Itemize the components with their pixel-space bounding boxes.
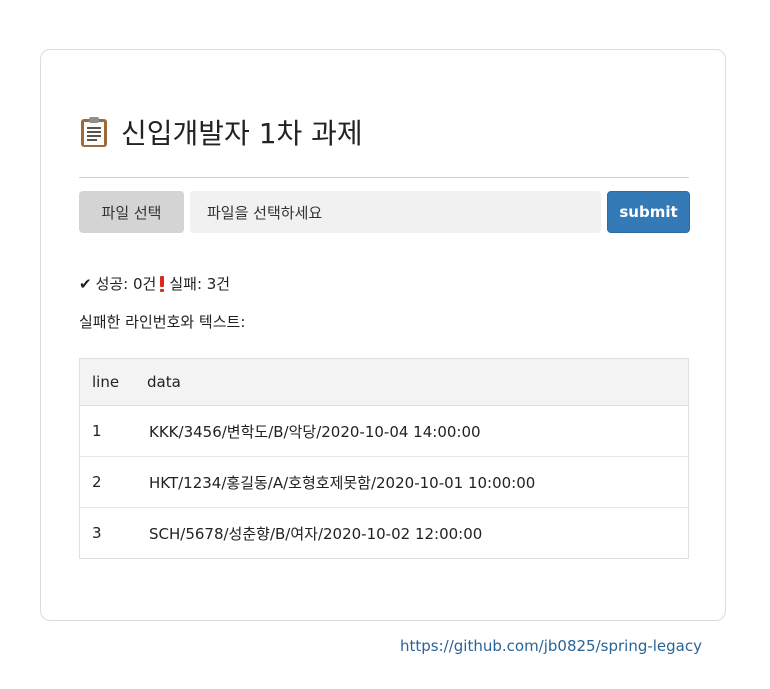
cell-line: 3 bbox=[92, 524, 102, 542]
table-row: 1 KKK/3456/변학도/B/악당/2020-10-04 14:00:00 bbox=[80, 406, 688, 457]
table-row: 3 SCH/5678/성춘향/B/여자/2020-10-02 12:00:00 bbox=[80, 508, 688, 558]
github-link[interactable]: https://github.com/jb0825/spring-legacy bbox=[400, 637, 702, 655]
cell-data: KKK/3456/변학도/B/악당/2020-10-04 14:00:00 bbox=[149, 422, 481, 441]
submit-button[interactable]: submit bbox=[607, 191, 690, 233]
column-header-data: data bbox=[147, 373, 181, 391]
exclamation-icon bbox=[160, 275, 165, 292]
table-row: 2 HKT/1234/홍길동/A/호형호제못함/2020-10-01 10:00… bbox=[80, 457, 688, 508]
table-header: line data bbox=[80, 359, 688, 406]
divider bbox=[79, 177, 689, 178]
checkmark-icon: ✔ bbox=[79, 274, 92, 293]
fail-table: line data 1 KKK/3456/변학도/B/악당/2020-10-04… bbox=[79, 358, 689, 559]
fail-list-label: 실패한 라인번호와 텍스트: bbox=[79, 313, 246, 331]
cell-data: SCH/5678/성춘향/B/여자/2020-10-02 12:00:00 bbox=[149, 524, 483, 543]
cell-data: HKT/1234/홍길동/A/호형호제못함/2020-10-01 10:00:0… bbox=[149, 473, 536, 492]
clipboard-icon bbox=[79, 116, 109, 148]
cell-line: 2 bbox=[92, 473, 102, 491]
main-card: 신입개발자 1차 과제 파일 선택 파일을 선택하세요 submit ✔ 성공:… bbox=[40, 49, 726, 621]
column-header-line: line bbox=[92, 373, 120, 391]
file-select-button[interactable]: 파일 선택 bbox=[79, 191, 184, 233]
fail-count: 실패: 3건 bbox=[169, 275, 231, 293]
cell-line: 1 bbox=[92, 422, 102, 440]
page-title: 신입개발자 1차 과제 bbox=[79, 112, 363, 152]
result-summary: ✔ 성공: 0건 실패: 3건 bbox=[79, 273, 230, 294]
title-text: 신입개발자 1차 과제 bbox=[121, 117, 363, 150]
file-name-field[interactable]: 파일을 선택하세요 bbox=[190, 191, 601, 233]
success-count: 성공: 0건 bbox=[95, 275, 157, 293]
